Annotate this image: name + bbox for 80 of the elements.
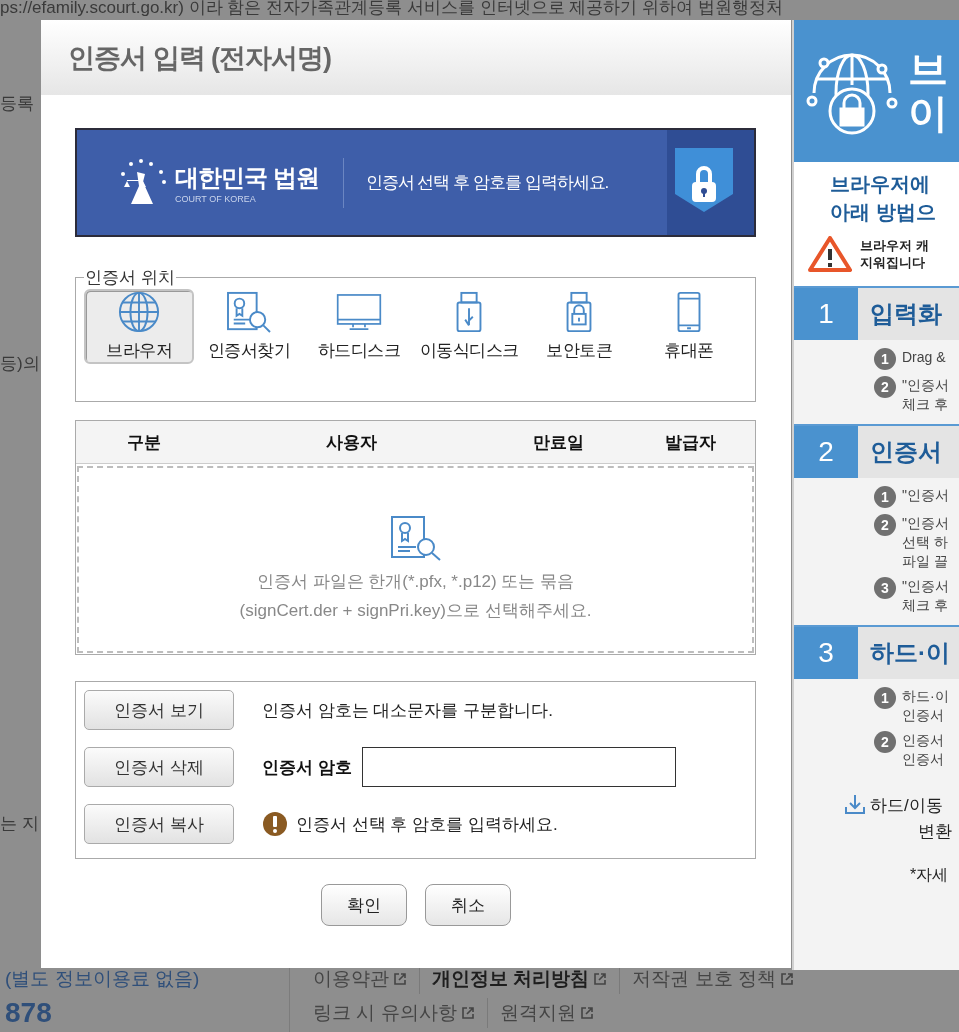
panel-intro: 브라우저에 bbox=[830, 172, 931, 197]
external-link-icon bbox=[460, 1006, 475, 1020]
substep-text: "인증서 bbox=[902, 376, 949, 395]
location-button[interactable]: 보안토큰 bbox=[524, 289, 634, 364]
banner-message: 인증서 선택 후 암호를 입력하세요. bbox=[365, 172, 609, 194]
download-link[interactable]: 하드/이동 bbox=[870, 793, 943, 819]
external-link-icon bbox=[593, 972, 608, 986]
panel-intro: 아래 방법으 bbox=[830, 200, 937, 225]
panel-heading: 이 bbox=[908, 91, 948, 135]
step-title: 하드·이 bbox=[858, 627, 959, 679]
location-button[interactable]: 휴대폰 bbox=[634, 289, 744, 364]
certificate-search-icon bbox=[389, 514, 442, 561]
substep-text: 체크 후 bbox=[902, 596, 949, 615]
substep-number: 1 bbox=[874, 486, 896, 508]
download-icon bbox=[844, 793, 866, 815]
column-header: 만료일 bbox=[532, 431, 585, 454]
column-header: 구분 bbox=[125, 431, 162, 454]
location-button[interactable]: 인증서찾기 bbox=[194, 289, 304, 364]
location-button[interactable]: 하드디스크 bbox=[304, 289, 414, 364]
cancel-button[interactable]: 취소 bbox=[424, 884, 511, 926]
fee-note: (별도 정보이용료 없음) bbox=[5, 967, 201, 991]
substep-text: "인증서 bbox=[902, 486, 949, 505]
substep-number: 1 bbox=[874, 348, 896, 370]
location-button[interactable]: 브라우저 bbox=[84, 289, 194, 364]
substep-text: "인증서 bbox=[902, 577, 949, 596]
court-name: 대한민국 법원 bbox=[175, 162, 319, 193]
certificate-search-icon bbox=[226, 291, 272, 333]
page-text: ps://efamily.scourt.go.kr) 이라 함은 전자가족관계등록 서비스를 인터넷으로 제공하기 위하여 법원행정처 bbox=[0, 0, 784, 18]
page-text: 등)의 bbox=[0, 353, 40, 375]
phone-number: 878 bbox=[5, 998, 53, 1028]
step-title: 인증서 bbox=[858, 426, 959, 478]
confirm-button[interactable]: 확인 bbox=[320, 884, 407, 926]
column-header: 사용자 bbox=[324, 431, 378, 454]
dialog-title: 인증서 입력 (전자서명) bbox=[68, 41, 331, 75]
step-number: 3 bbox=[794, 627, 858, 679]
page-text: 등록 bbox=[0, 93, 34, 115]
step-number: 2 bbox=[794, 426, 858, 478]
substep-number: 2 bbox=[874, 376, 896, 398]
substep-text: 인증서 bbox=[902, 750, 944, 769]
globe-icon bbox=[116, 291, 162, 333]
panel-warning: 브라우저 캐 bbox=[860, 237, 929, 254]
copy-certificate-button[interactable]: 인증서 복사 bbox=[84, 804, 234, 844]
location-button[interactable]: 이동식디스크 bbox=[414, 289, 524, 364]
substep-text: 체크 후 bbox=[902, 395, 949, 414]
panel-warning: 지워집니다 bbox=[860, 254, 926, 271]
substep-text: 하드·이 bbox=[902, 687, 949, 706]
drop-zone[interactable]: 인증서 파일은 한개(*.pfx, *.p12) 또는 묶음 (signCert.der + signPri.key)으로 선택해주세요. bbox=[77, 466, 754, 653]
external-link-icon bbox=[779, 972, 794, 986]
monitor-icon bbox=[336, 291, 382, 333]
substep-number: 2 bbox=[874, 731, 896, 753]
group-legend: 인증서 위치 bbox=[84, 266, 176, 289]
substep-text: 파일 끌 bbox=[902, 552, 949, 571]
substep-number: 2 bbox=[874, 514, 896, 536]
substep-text: 인증서 bbox=[902, 706, 945, 725]
step-number: 1 bbox=[794, 288, 858, 340]
panel-note: *자세 bbox=[909, 865, 950, 885]
password-label: 인증서 암호 bbox=[262, 756, 352, 779]
substep-text: "인증서 bbox=[902, 514, 949, 533]
lock-shield-icon bbox=[667, 130, 754, 235]
password-field[interactable] bbox=[361, 747, 676, 787]
case-note: 인증서 암호는 대소문자를 구분합니다. bbox=[262, 699, 553, 722]
step-title: 입력화 bbox=[858, 288, 959, 340]
column-header: 발급자 bbox=[664, 431, 717, 454]
warning-triangle-icon bbox=[808, 236, 852, 272]
substep-number: 3 bbox=[874, 577, 896, 599]
warning-icon bbox=[262, 811, 288, 837]
panel-heading: 브 bbox=[908, 47, 948, 91]
external-link-icon bbox=[393, 972, 407, 986]
view-certificate-button[interactable]: 인증서 보기 bbox=[84, 690, 234, 730]
external-link-icon bbox=[579, 1006, 594, 1020]
delete-certificate-button[interactable]: 인증서 삭제 bbox=[84, 747, 234, 787]
substep-text: 선택 하 bbox=[902, 533, 949, 552]
download-link[interactable]: 변환 bbox=[870, 819, 952, 845]
substep-number: 1 bbox=[874, 687, 896, 709]
page-text: 는 지 bbox=[0, 813, 39, 835]
court-subtitle: COURT OF KOREA bbox=[175, 193, 257, 204]
warning-text: 인증서 선택 후 암호를 입력하세요. bbox=[296, 813, 558, 836]
empty-hint: 인증서 파일은 한개(*.pfx, *.p12) 또는 묶음 (signCert.der + signPri.key)으로 선택해주세요. bbox=[239, 570, 592, 622]
substep-text: 인증서 bbox=[902, 731, 944, 750]
substep-text: Drag & bbox=[902, 348, 946, 367]
